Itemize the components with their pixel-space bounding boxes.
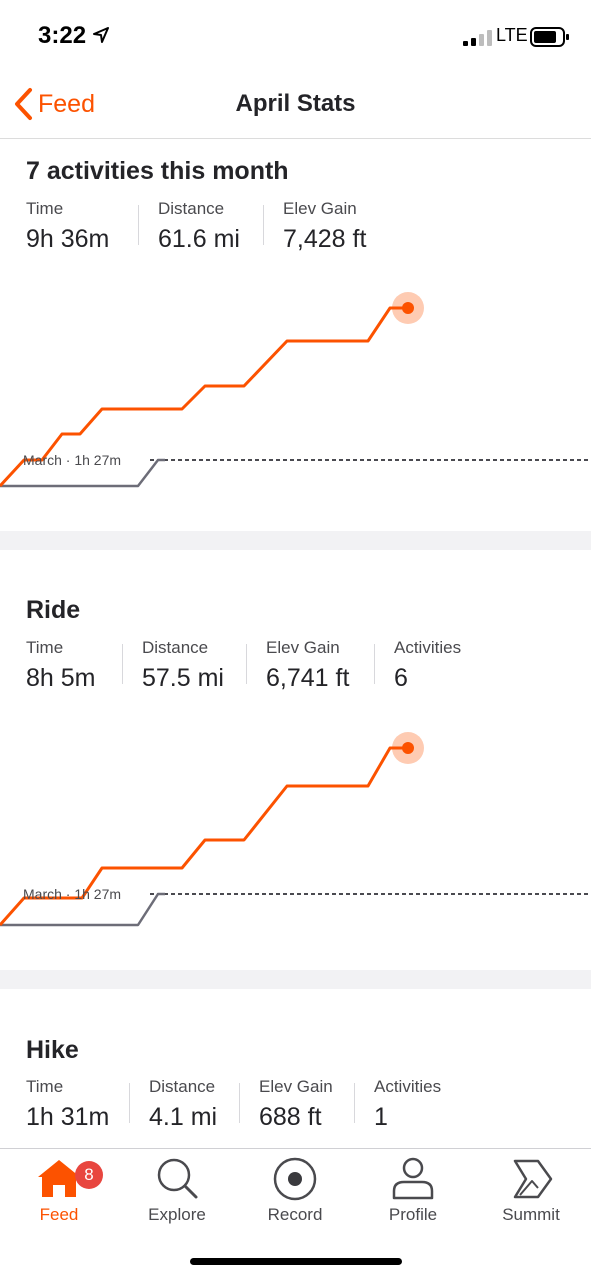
stat-value: 1h 31m bbox=[26, 1103, 110, 1131]
stat-value: 4.1 mi bbox=[149, 1103, 218, 1131]
battery-icon bbox=[530, 27, 569, 47]
ride-progress-chart: March · 1h 27m bbox=[0, 732, 591, 927]
summary-stat-time: Time 9h 36m bbox=[26, 199, 109, 254]
stat-label: Activities bbox=[374, 1077, 442, 1096]
tab-explore[interactable]: Explore bbox=[118, 1155, 236, 1235]
stat-value: 688 ft bbox=[259, 1103, 322, 1131]
hike-stat-time: Time 1h 31m bbox=[26, 1077, 109, 1132]
stat-divider bbox=[122, 644, 123, 684]
summary-section: 7 activities this month Time 9h 36m Dist… bbox=[0, 139, 591, 531]
tab-label: Profile bbox=[388, 1205, 438, 1224]
summary-progress-chart: March · 1h 27m bbox=[0, 292, 591, 488]
stat-divider bbox=[129, 1083, 130, 1123]
clock: 3:22 bbox=[38, 22, 87, 49]
tab-label: Summit bbox=[502, 1205, 560, 1224]
tab-record[interactable]: Record bbox=[236, 1155, 354, 1235]
comparison-label: March · 1h 27m bbox=[23, 452, 121, 468]
summary-title: 7 activities this month bbox=[26, 157, 289, 185]
ride-stat-activities: Activities 6 bbox=[394, 638, 461, 693]
stat-value: 6 bbox=[394, 664, 408, 692]
current-progress-dot bbox=[402, 302, 414, 314]
stat-divider bbox=[263, 205, 264, 245]
tab-label: Record bbox=[267, 1205, 323, 1224]
stat-value: 61.6 mi bbox=[158, 225, 240, 253]
stat-label: Activities bbox=[394, 638, 462, 657]
navigation-bar: Feed April Stats bbox=[0, 72, 591, 139]
summit-icon bbox=[472, 1155, 590, 1201]
stat-label: Elev Gain bbox=[283, 199, 357, 218]
hike-section: Hike Time 1h 31m Distance 4.1 mi Elev Ga… bbox=[0, 989, 591, 1148]
location-arrow-icon bbox=[93, 27, 109, 43]
tab-summit[interactable]: Summit bbox=[472, 1155, 590, 1235]
cell-signal-icon bbox=[463, 30, 492, 46]
stat-divider bbox=[138, 205, 139, 245]
ride-stat-time: Time 8h 5m bbox=[26, 638, 95, 693]
stat-value: 8h 5m bbox=[26, 664, 96, 692]
stat-value: 6,741 ft bbox=[266, 664, 350, 692]
home-indicator[interactable] bbox=[190, 1258, 402, 1265]
tab-label: Feed bbox=[39, 1205, 79, 1224]
current-progress-dot bbox=[402, 742, 414, 754]
hike-title: Hike bbox=[26, 1036, 79, 1064]
notification-badge: 8 bbox=[75, 1161, 103, 1189]
stat-divider bbox=[354, 1083, 355, 1123]
tab-profile[interactable]: Profile bbox=[354, 1155, 472, 1235]
ride-stat-distance: Distance 57.5 mi bbox=[142, 638, 224, 693]
stat-divider bbox=[246, 644, 247, 684]
stat-label: Time bbox=[26, 199, 64, 218]
stat-label: Distance bbox=[142, 638, 209, 657]
stat-label: Elev Gain bbox=[259, 1077, 333, 1096]
hike-stat-activities: Activities 1 bbox=[374, 1077, 441, 1132]
tab-label: Explore bbox=[148, 1205, 206, 1224]
stat-value: 1 bbox=[374, 1103, 388, 1131]
hike-stat-distance: Distance 4.1 mi bbox=[149, 1077, 217, 1132]
stat-label: Time bbox=[26, 638, 64, 657]
ride-title: Ride bbox=[26, 596, 81, 624]
hike-stat-elev-gain: Elev Gain 688 ft bbox=[259, 1077, 333, 1132]
stat-label: Distance bbox=[149, 1077, 216, 1096]
stat-label: Distance bbox=[158, 199, 225, 218]
stat-value: 57.5 mi bbox=[142, 664, 224, 692]
record-icon bbox=[236, 1155, 354, 1201]
stat-value: 9h 36m bbox=[26, 225, 110, 253]
profile-icon bbox=[354, 1155, 472, 1201]
stat-label: Elev Gain bbox=[266, 638, 340, 657]
tab-feed[interactable]: 8 Feed bbox=[0, 1155, 118, 1235]
stat-label: Time bbox=[26, 1077, 64, 1096]
ride-stat-elev-gain: Elev Gain 6,741 ft bbox=[266, 638, 349, 693]
summary-stat-elev-gain: Elev Gain 7,428 ft bbox=[283, 199, 366, 254]
comparison-label: March · 1h 27m bbox=[23, 886, 121, 902]
search-icon bbox=[118, 1155, 236, 1201]
stat-value: 7,428 ft bbox=[283, 225, 367, 253]
status-bar: 3:22 LTE bbox=[0, 0, 591, 72]
network-type: LTE bbox=[496, 25, 528, 45]
stat-divider bbox=[239, 1083, 240, 1123]
summary-stat-distance: Distance 61.6 mi bbox=[158, 199, 240, 254]
section-gap bbox=[0, 970, 591, 989]
ride-section: Ride Time 8h 5m Distance 57.5 mi Elev Ga… bbox=[0, 550, 591, 970]
section-gap bbox=[0, 531, 591, 550]
page-title: April Stats bbox=[235, 90, 356, 117]
stat-divider bbox=[374, 644, 375, 684]
